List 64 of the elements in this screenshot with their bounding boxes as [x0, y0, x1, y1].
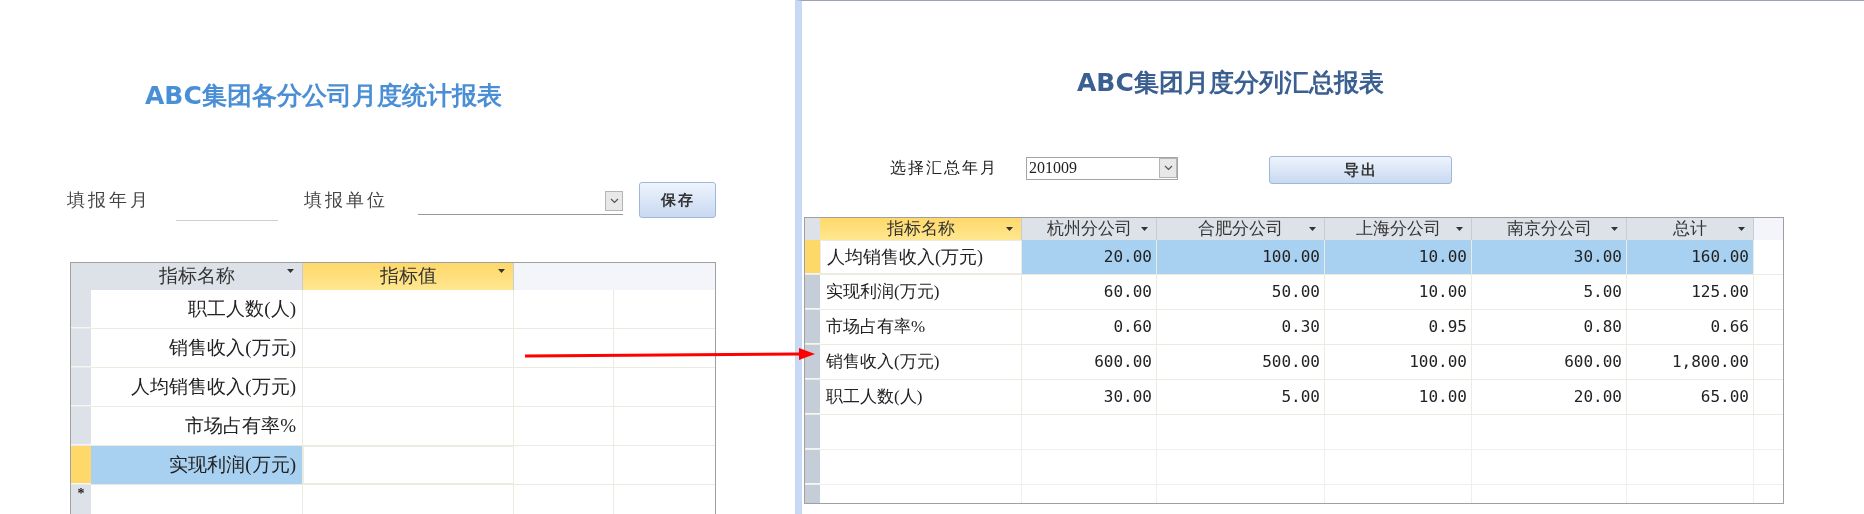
- table-cell: 0.30: [1157, 310, 1325, 344]
- column-header[interactable]: 上海分公司: [1325, 218, 1472, 240]
- table-cell: 500.00: [1157, 345, 1325, 379]
- dropdown-field[interactable]: 201009: [1026, 156, 1178, 180]
- caret-icon: [1456, 227, 1463, 231]
- table-cell: 0.80: [1472, 310, 1627, 344]
- caret-icon: [498, 269, 505, 273]
- dropdown-button[interactable]: [605, 191, 623, 211]
- table-cell: 65.00: [1627, 380, 1754, 414]
- chevron-icon: [609, 198, 619, 204]
- column-header[interactable]: 总计: [1627, 218, 1754, 240]
- column-header[interactable]: 南京分公司: [1472, 218, 1627, 240]
- export-button[interactable]: 导出: [1269, 156, 1452, 184]
- table-cell: 5.00: [1472, 275, 1627, 309]
- table-cell: 实现利润(万元): [820, 275, 1022, 309]
- table-cell: 160.00: [1627, 240, 1754, 274]
- column-header[interactable]: 合肥分公司: [1157, 218, 1325, 240]
- table-cell: 125.00: [1627, 275, 1754, 309]
- form-title: ABC集团各分公司月度统计报表: [145, 80, 502, 112]
- table-cell: 30.00: [1022, 380, 1157, 414]
- field-label: 选择汇总年月: [890, 158, 998, 178]
- caret-icon: [1738, 227, 1745, 231]
- table-cell: 实现利润(万元): [91, 446, 303, 484]
- field-label: 填报年月: [67, 188, 151, 212]
- dropdown-field[interactable]: [418, 191, 623, 215]
- row-selector[interactable]: [805, 345, 820, 379]
- table-cell: 20.00: [1022, 240, 1157, 274]
- column-header[interactable]: 指标名称: [820, 218, 1022, 240]
- chevron-icon: [1163, 165, 1173, 171]
- column-header[interactable]: 指标值: [303, 263, 514, 290]
- table-cell: 600.00: [1022, 345, 1157, 379]
- table-cell: 1,800.00: [1627, 345, 1754, 379]
- new-row-marker: *: [71, 485, 91, 514]
- table-cell: 0.60: [1022, 310, 1157, 344]
- caret-icon: [1141, 227, 1148, 231]
- table-cell: 职工人数(人): [820, 380, 1022, 414]
- table-cell: 50.00: [1157, 275, 1325, 309]
- table-cell: 0.66: [1627, 310, 1754, 344]
- table-cell: 人均销售收入(万元): [820, 240, 1022, 274]
- table-cell: 10.00: [1325, 380, 1472, 414]
- input-cell[interactable]: [303, 446, 514, 484]
- table-cell: 100.00: [1325, 345, 1472, 379]
- caret-icon: [1006, 227, 1013, 231]
- table-cell: 销售收入(万元): [820, 345, 1022, 379]
- table-cell: 10.00: [1325, 240, 1472, 274]
- table-cell: 5.00: [1157, 380, 1325, 414]
- table-cell: 市场占有率%: [820, 310, 1022, 344]
- header-corner[interactable]: [805, 218, 820, 240]
- table-cell: 30.00: [1472, 240, 1627, 274]
- caret-icon: [1611, 227, 1618, 231]
- table-cell: 10.00: [1325, 275, 1472, 309]
- caret-icon: [287, 269, 294, 273]
- save-button[interactable]: 保存: [639, 182, 716, 218]
- form-title: ABC集团月度分列汇总报表: [1077, 67, 1384, 99]
- table-cell: 20.00: [1472, 380, 1627, 414]
- column-header[interactable]: 指标名称: [91, 263, 303, 290]
- field-label: 填报单位: [304, 188, 388, 212]
- table-cell: 0.95: [1325, 310, 1472, 344]
- table-cell: 600.00: [1472, 345, 1627, 379]
- caret-icon: [1309, 227, 1316, 231]
- dropdown-button[interactable]: [1159, 158, 1177, 178]
- column-header[interactable]: 杭州分公司: [1022, 218, 1157, 240]
- table-cell: 100.00: [1157, 240, 1325, 274]
- table-cell: 60.00: [1022, 275, 1157, 309]
